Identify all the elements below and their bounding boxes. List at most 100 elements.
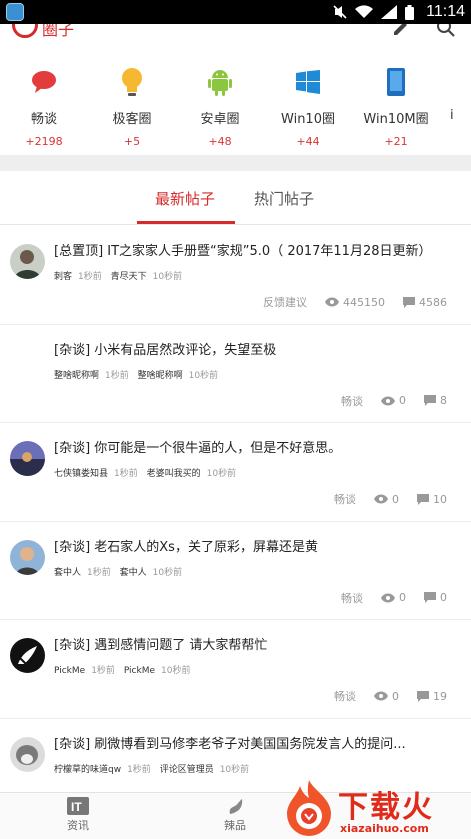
post-item[interactable]: [杂谈] 遇到感情问题了 请大家帮帮忙 PickMe 1秒前 PickMe 10秒前… <box>0 620 471 719</box>
status-bar: 11:14 <box>0 0 471 24</box>
watermark: 下载火 xiazaihuo.com <box>280 778 471 839</box>
tab-latest-posts[interactable]: 最新帖子 <box>155 188 215 209</box>
post-time: 1秒前 <box>87 567 111 578</box>
view-count: 445150 <box>343 295 385 309</box>
mute-icon <box>333 5 347 19</box>
post-title[interactable]: [总置顶] IT之家家人手册暨“家规”5.0（ 2017年11月28日更新） <box>54 240 459 259</box>
edit-icon[interactable] <box>392 24 410 38</box>
watermark-url: xiazaihuo.com <box>340 822 429 835</box>
post-author[interactable]: 刺客 <box>54 272 72 282</box>
nav-item-deals[interactable]: 辣品 <box>205 797 265 833</box>
post-meta: 柠檬草的味道qw 1秒前 评论区管理员 10秒前 <box>54 762 255 775</box>
last-replier[interactable]: 老婆叫我买的 <box>147 469 201 479</box>
comment-count: 8 <box>440 394 447 407</box>
reply-time: 10秒前 <box>219 764 250 775</box>
reply-time: 10秒前 <box>188 370 219 381</box>
avatar[interactable] <box>10 441 45 476</box>
android-icon <box>208 70 232 96</box>
post-item[interactable]: [杂谈] 小米有品居然改评论，失望至极 整啥昵称啊 1秒前 整啥昵称啊 10秒前 畅… <box>0 325 471 423</box>
circle-count: +48 <box>208 135 232 148</box>
post-category[interactable]: 畅谈 <box>341 590 363 606</box>
view-count: 0 <box>392 689 399 703</box>
post-author[interactable]: 整啥昵称啊 <box>54 371 99 381</box>
post-item[interactable]: [杂谈] 老石家人的Xs，关了原彩，屏幕还是黄 套中人 1秒前 套中人 10秒前 畅… <box>0 522 471 620</box>
post-title[interactable]: [杂谈] 老石家人的Xs，关了原彩，屏幕还是黄 <box>54 536 459 555</box>
post-stats: 畅谈 0 8 <box>341 393 447 409</box>
avatar[interactable] <box>10 638 45 673</box>
lightbulb-icon <box>122 68 142 96</box>
section-divider <box>0 155 471 171</box>
last-replier[interactable]: 青尽天下 <box>111 272 147 282</box>
post-meta: 刺客 1秒前 青尽天下 10秒前 <box>54 269 188 282</box>
circle-item-geek[interactable]: 极客圈 +5 <box>88 42 176 155</box>
chat-bubble-icon <box>32 71 56 93</box>
signal-icon <box>381 5 398 19</box>
post-item[interactable]: [总置顶] IT之家家人手册暨“家规”5.0（ 2017年11月28日更新） 刺… <box>0 226 471 325</box>
circle-name: Win10M圈 <box>363 112 429 127</box>
wifi-icon <box>355 5 374 19</box>
view-count: 0 <box>399 394 406 407</box>
post-title[interactable]: [杂谈] 你可能是一个很牛逼的人，但是不好意思。 <box>54 437 459 456</box>
post-meta: 七侠镇娄知县 1秒前 老婆叫我买的 10秒前 <box>54 466 242 479</box>
circle-name: 极客圈 <box>112 112 152 127</box>
last-replier[interactable]: PickMe <box>124 666 155 676</box>
post-time: 1秒前 <box>127 764 151 775</box>
circle-item-changtan[interactable]: 畅谈 +2198 <box>0 42 88 155</box>
ithome-logo-icon <box>12 24 38 38</box>
post-title[interactable]: [杂谈] 刷微博看到马修李老爷子对美国国务院发言人的提问... <box>54 733 459 752</box>
post-item[interactable]: [杂谈] 你可能是一个很牛逼的人，但是不好意思。 七侠镇娄知县 1秒前 老婆叫我买… <box>0 423 471 522</box>
post-meta: 套中人 1秒前 套中人 10秒前 <box>54 565 188 578</box>
post-category[interactable]: 畅谈 <box>334 688 356 704</box>
circle-item-win10[interactable]: Win10圈 +44 <box>264 42 352 155</box>
circle-item-partial[interactable]: i <box>440 42 470 155</box>
post-author[interactable]: PickMe <box>54 666 85 676</box>
nav-item-news[interactable]: IT 资讯 <box>48 797 108 833</box>
post-stats: 畅谈 0 19 <box>334 688 447 704</box>
last-replier[interactable]: 整啥昵称啊 <box>138 371 183 381</box>
last-replier[interactable]: 评论区管理员 <box>160 765 214 775</box>
comment-icon <box>417 493 429 505</box>
post-category[interactable]: 畅谈 <box>334 491 356 507</box>
circle-count: +5 <box>123 135 141 148</box>
post-meta: 整啥昵称啊 1秒前 整啥昵称啊 10秒前 <box>54 368 224 381</box>
reply-time: 10秒前 <box>152 567 183 578</box>
circle-item-android[interactable]: 安卓圈 +48 <box>176 42 264 155</box>
post-stats: 畅谈 0 0 <box>341 590 447 606</box>
post-time: 1秒前 <box>114 469 138 479</box>
last-replier[interactable]: 套中人 <box>120 568 147 578</box>
eye-icon <box>374 691 388 701</box>
comment-icon <box>417 690 429 702</box>
app-notification-icon <box>6 3 24 21</box>
circle-name: Win10圈 <box>281 112 335 127</box>
post-author[interactable]: 套中人 <box>54 568 81 578</box>
app-bar: 圈子 <box>0 24 471 42</box>
view-count: 0 <box>399 591 406 604</box>
search-icon[interactable] <box>436 24 456 38</box>
avatar[interactable] <box>10 736 45 772</box>
post-time: 1秒前 <box>78 272 102 282</box>
comment-count: 10 <box>433 492 447 506</box>
windows-icon <box>296 70 320 94</box>
nav-label: 资讯 <box>67 819 89 832</box>
circle-count: +21 <box>384 135 408 148</box>
battery-icon <box>405 4 415 20</box>
circle-item-win10m[interactable]: Win10M圈 +21 <box>352 42 440 155</box>
eye-icon <box>374 494 388 504</box>
post-category[interactable]: 畅谈 <box>341 393 363 409</box>
post-category[interactable]: 反馈建议 <box>263 294 307 310</box>
circle-count: +44 <box>296 135 320 148</box>
post-author[interactable]: 七侠镇娄知县 <box>54 469 108 479</box>
tab-hot-posts[interactable]: 热门帖子 <box>254 188 314 209</box>
avatar[interactable] <box>10 244 45 279</box>
post-stats: 反馈建议 445150 4586 <box>263 294 447 310</box>
eye-icon <box>325 297 339 307</box>
circle-list: 畅谈 +2198 极客圈 +5 安卓圈 +48 Win10圈 +44 Win10… <box>0 42 471 155</box>
avatar[interactable] <box>10 539 45 575</box>
app-bar-title: 圈子 <box>42 24 75 39</box>
post-time: 1秒前 <box>91 666 115 676</box>
post-title[interactable]: [杂谈] 小米有品居然改评论，失望至极 <box>54 339 459 358</box>
clock: 11:14 <box>426 3 465 20</box>
post-meta: PickMe 1秒前 PickMe 10秒前 <box>54 663 196 676</box>
post-title[interactable]: [杂谈] 遇到感情问题了 请大家帮帮忙 <box>54 634 459 653</box>
post-author[interactable]: 柠檬草的味道qw <box>54 765 121 775</box>
